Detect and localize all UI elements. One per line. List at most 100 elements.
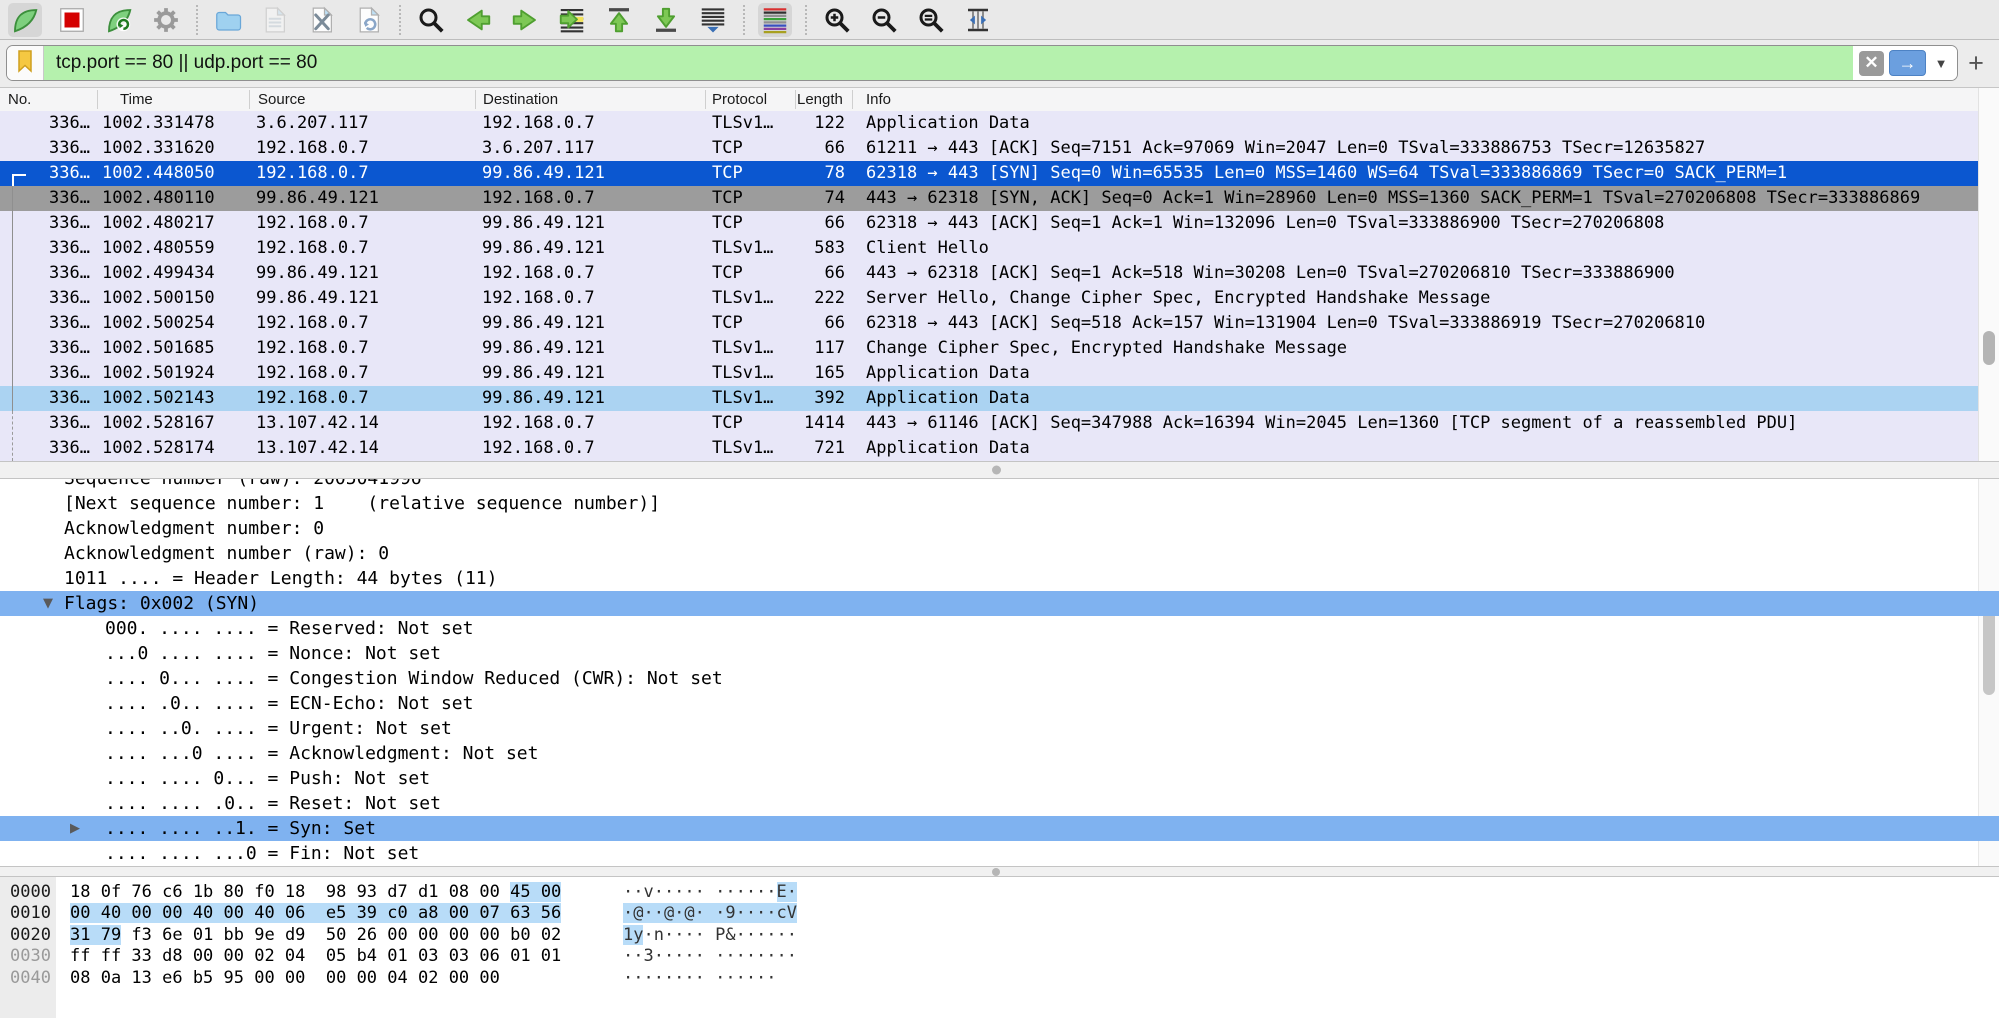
go-to-bottom-button[interactable] [649, 3, 683, 37]
hex-byte-segment[interactable]: 18 0f 76 c6 1b 80 f0 18 98 93 d7 d1 08 0… [70, 882, 510, 902]
hex-line[interactable]: 004008 0a 13 e6 b5 95 00 00 00 00 04 02 … [0, 968, 1999, 989]
reload-file-button[interactable] [352, 3, 386, 37]
hex-ascii[interactable]: ··v····· ······E· [623, 882, 797, 903]
detail-line[interactable]: ▼Flags: 0x002 (SYN) [0, 591, 1999, 616]
hex-bytes[interactable]: 00 40 00 00 40 00 40 06 e5 39 c0 a8 00 0… [70, 903, 561, 924]
detail-line[interactable]: Sequence number (raw): 2005041996 [0, 479, 1999, 491]
column-header-no[interactable]: No. [8, 88, 93, 111]
column-header-destination[interactable]: Destination [483, 88, 708, 111]
auto-scroll-button[interactable] [696, 3, 730, 37]
colorize-packets-button[interactable] [758, 3, 792, 37]
detail-line[interactable]: ▶.... .... ..1. = Syn: Set [0, 816, 1999, 841]
ascii-segment[interactable]: ··v····· ······ [623, 882, 777, 902]
filter-bookmark-button[interactable] [7, 46, 44, 80]
detail-line[interactable]: .... 0... .... = Congestion Window Reduc… [0, 666, 1999, 691]
hex-line[interactable]: 001000 40 00 00 40 00 40 06 e5 39 c0 a8 … [0, 903, 1999, 924]
packet-row[interactable]: 336…1002.48011099.86.49.121192.168.0.7TC… [0, 186, 1978, 211]
column-separator[interactable] [475, 90, 476, 109]
column-separator[interactable] [249, 90, 250, 109]
open-file-button[interactable] [211, 3, 245, 37]
ascii-segment[interactable]: ········ ······ [623, 968, 777, 988]
packet-row[interactable]: 336…1002.480559192.168.0.799.86.49.121TL… [0, 236, 1978, 261]
filter-input[interactable]: tcp.port == 80 || udp.port == 80 [56, 52, 317, 74]
packet-row[interactable]: 336…1002.52817413.107.42.14192.168.0.7TL… [0, 436, 1978, 461]
capture-options-button[interactable] [149, 3, 183, 37]
column-separator[interactable] [795, 90, 796, 109]
column-header-length[interactable]: Length [797, 88, 847, 111]
ascii-segment[interactable]: ··3····· ········ [623, 946, 797, 966]
display-filter-field[interactable]: tcp.port == 80 || udp.port == 80 ✕ → ▼ [6, 45, 1958, 81]
packet-row[interactable]: 336…1002.502143192.168.0.799.86.49.121TL… [0, 386, 1978, 411]
hex-bytes[interactable]: 31 79 f3 6e 01 bb 9e d9 50 26 00 00 00 0… [70, 925, 561, 946]
packet-row[interactable]: 336…1002.500254192.168.0.799.86.49.121TC… [0, 311, 1978, 336]
filter-dropdown-button[interactable]: ▼ [1931, 56, 1951, 71]
hex-byte-segment[interactable]: f3 6e 01 bb 9e d9 50 26 00 00 00 00 b0 0… [121, 925, 561, 945]
detail-line[interactable]: .... .0.. .... = ECN-Echo: Not set [0, 691, 1999, 716]
column-header-time[interactable]: Time [120, 88, 255, 111]
detail-line[interactable]: .... ..0. .... = Urgent: Not set [0, 716, 1999, 741]
packet-row[interactable]: 336…1002.50015099.86.49.121192.168.0.7TL… [0, 286, 1978, 311]
packet-row[interactable]: 336…1002.501685192.168.0.799.86.49.121TL… [0, 336, 1978, 361]
column-separator[interactable] [852, 90, 853, 109]
close-file-button[interactable] [305, 3, 339, 37]
packet-list-scrollbar[interactable] [1978, 88, 1999, 461]
column-header-source[interactable]: Source [258, 88, 478, 111]
hex-byte-segment[interactable]: ff ff 33 d8 00 00 02 04 05 b4 01 03 03 0… [70, 946, 561, 966]
hex-ascii[interactable]: ··3····· ········ [623, 946, 797, 967]
hex-byte-segment[interactable]: 00 40 00 00 40 00 40 06 e5 39 c0 a8 00 0… [70, 903, 561, 923]
filter-input-area[interactable]: tcp.port == 80 || udp.port == 80 [44, 46, 1853, 80]
ascii-segment[interactable]: ·n···· P&······ [643, 925, 797, 945]
column-header-info[interactable]: Info [866, 88, 1266, 111]
hex-byte-segment[interactable]: 31 79 [70, 925, 121, 945]
go-to-top-button[interactable] [602, 3, 636, 37]
detail-line[interactable]: ...0 .... .... = Nonce: Not set [0, 641, 1999, 666]
column-header-protocol[interactable]: Protocol [712, 88, 794, 111]
detail-line[interactable]: [Next sequence number: 1 (relative seque… [0, 491, 1999, 516]
hex-line[interactable]: 002031 79 f3 6e 01 bb 9e d9 50 26 00 00 … [0, 925, 1999, 946]
filter-add-button[interactable]: + [1961, 45, 1991, 81]
zoom-100-button[interactable] [914, 3, 948, 37]
pane-divider-upper[interactable] [0, 461, 1999, 479]
detail-line[interactable]: .... .... ...0 = Fin: Not set [0, 841, 1999, 866]
pane-divider-lower[interactable] [0, 866, 1999, 877]
hex-line[interactable]: 0030ff ff 33 d8 00 00 02 04 05 b4 01 03 … [0, 946, 1999, 967]
filter-clear-button[interactable]: ✕ [1859, 51, 1884, 76]
detail-line[interactable]: Acknowledgment number (raw): 0 [0, 541, 1999, 566]
detail-line[interactable]: 1011 .... = Header Length: 44 bytes (11) [0, 566, 1999, 591]
packet-row[interactable]: 336…1002.52816713.107.42.14192.168.0.7TC… [0, 411, 1978, 436]
go-forward-button[interactable] [508, 3, 542, 37]
packet-row[interactable]: 336…1002.480217192.168.0.799.86.49.121TC… [0, 211, 1978, 236]
packet-row[interactable]: 336…1002.448050192.168.0.799.86.49.121TC… [0, 161, 1978, 186]
column-separator[interactable] [705, 90, 706, 109]
hex-ascii[interactable]: ·@··@·@· ·9····cV [623, 903, 797, 924]
go-back-button[interactable] [461, 3, 495, 37]
hex-line[interactable]: 000018 0f 76 c6 1b 80 f0 18 98 93 d7 d1 … [0, 882, 1999, 903]
packet-row[interactable]: 336…1002.49943499.86.49.121192.168.0.7TC… [0, 261, 1978, 286]
expand-open-icon[interactable]: ▼ [43, 591, 53, 616]
scrollbar-thumb[interactable] [1983, 331, 1995, 365]
ascii-segment[interactable]: ·@··@·@· ·9····cV [623, 903, 797, 923]
detail-line[interactable]: .... .... 0... = Push: Not set [0, 766, 1999, 791]
hex-byte-segment[interactable]: 08 0a 13 e6 b5 95 00 00 00 00 04 02 00 0… [70, 968, 500, 988]
detail-line[interactable]: Acknowledgment number: 0 [0, 516, 1999, 541]
start-capture-button[interactable] [8, 3, 42, 37]
hex-byte-segment[interactable]: 45 00 [510, 882, 561, 902]
ascii-segment[interactable]: E· [777, 882, 797, 902]
go-to-packet-button[interactable] [555, 3, 589, 37]
stop-capture-button[interactable] [55, 3, 89, 37]
zoom-out-button[interactable] [867, 3, 901, 37]
hex-ascii[interactable]: ········ ······ [623, 968, 777, 989]
restart-capture-button[interactable] [102, 3, 136, 37]
resize-columns-button[interactable] [961, 3, 995, 37]
expand-closed-icon[interactable]: ▶ [70, 816, 80, 841]
ascii-segment[interactable]: 1y [623, 925, 643, 945]
filter-apply-button[interactable]: → [1889, 50, 1926, 76]
column-separator[interactable] [97, 90, 98, 109]
hex-bytes[interactable]: ff ff 33 d8 00 00 02 04 05 b4 01 03 03 0… [70, 946, 561, 967]
hex-bytes[interactable]: 18 0f 76 c6 1b 80 f0 18 98 93 d7 d1 08 0… [70, 882, 561, 903]
packet-row[interactable]: 336…1002.331620192.168.0.73.6.207.117TCP… [0, 136, 1978, 161]
detail-line[interactable]: .... .... .0.. = Reset: Not set [0, 791, 1999, 816]
packet-row[interactable]: 336…1002.3314783.6.207.117192.168.0.7TLS… [0, 111, 1978, 136]
detail-line[interactable]: .... ...0 .... = Acknowledgment: Not set [0, 741, 1999, 766]
find-packet-button[interactable] [414, 3, 448, 37]
